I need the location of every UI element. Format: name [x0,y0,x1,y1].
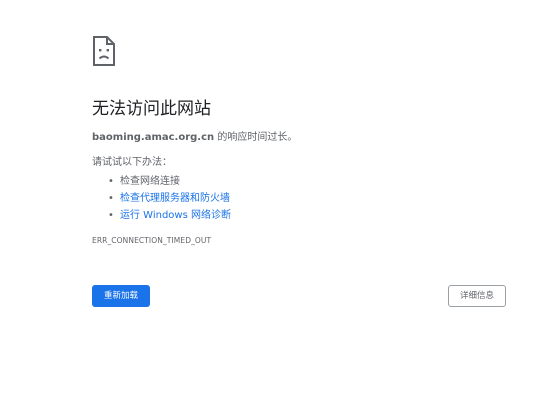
suggestion-text: 检查网络连接 [120,176,180,187]
error-code: ERR_CONNECTION_TIMED_OUT [92,236,212,245]
page-title: 无法访问此网站 [92,99,211,119]
suggestions-heading: 请试试以下办法： [92,157,172,168]
run-network-diagnostics-link[interactable]: 运行 Windows 网络诊断 [120,210,231,221]
bullet: • [108,193,114,204]
suggestions-list: • 检查网络连接 • 检查代理服务器和防火墙 • 运行 Windows 网络诊断 [92,173,231,224]
suggestion-run-diagnostics: • 运行 Windows 网络诊断 [92,207,231,224]
bullet: • [108,176,114,187]
check-proxy-firewall-link[interactable]: 检查代理服务器和防火墙 [120,193,230,204]
error-description-suffix: 的响应时间过长。 [214,132,298,143]
sad-page-icon [93,36,115,66]
suggestion-check-connection: • 检查网络连接 [92,173,231,190]
error-description: baoming.amac.org.cn 的响应时间过长。 [92,131,297,145]
details-button[interactable]: 详细信息 [448,285,506,307]
bullet: • [108,210,114,221]
suggestion-check-proxy-firewall: • 检查代理服务器和防火墙 [92,190,231,207]
host-name: baoming.amac.org.cn [92,132,215,143]
reload-button[interactable]: 重新加载 [92,285,150,307]
error-page: 无法访问此网站 baoming.amac.org.cn 的响应时间过长。 请试试… [0,0,550,405]
